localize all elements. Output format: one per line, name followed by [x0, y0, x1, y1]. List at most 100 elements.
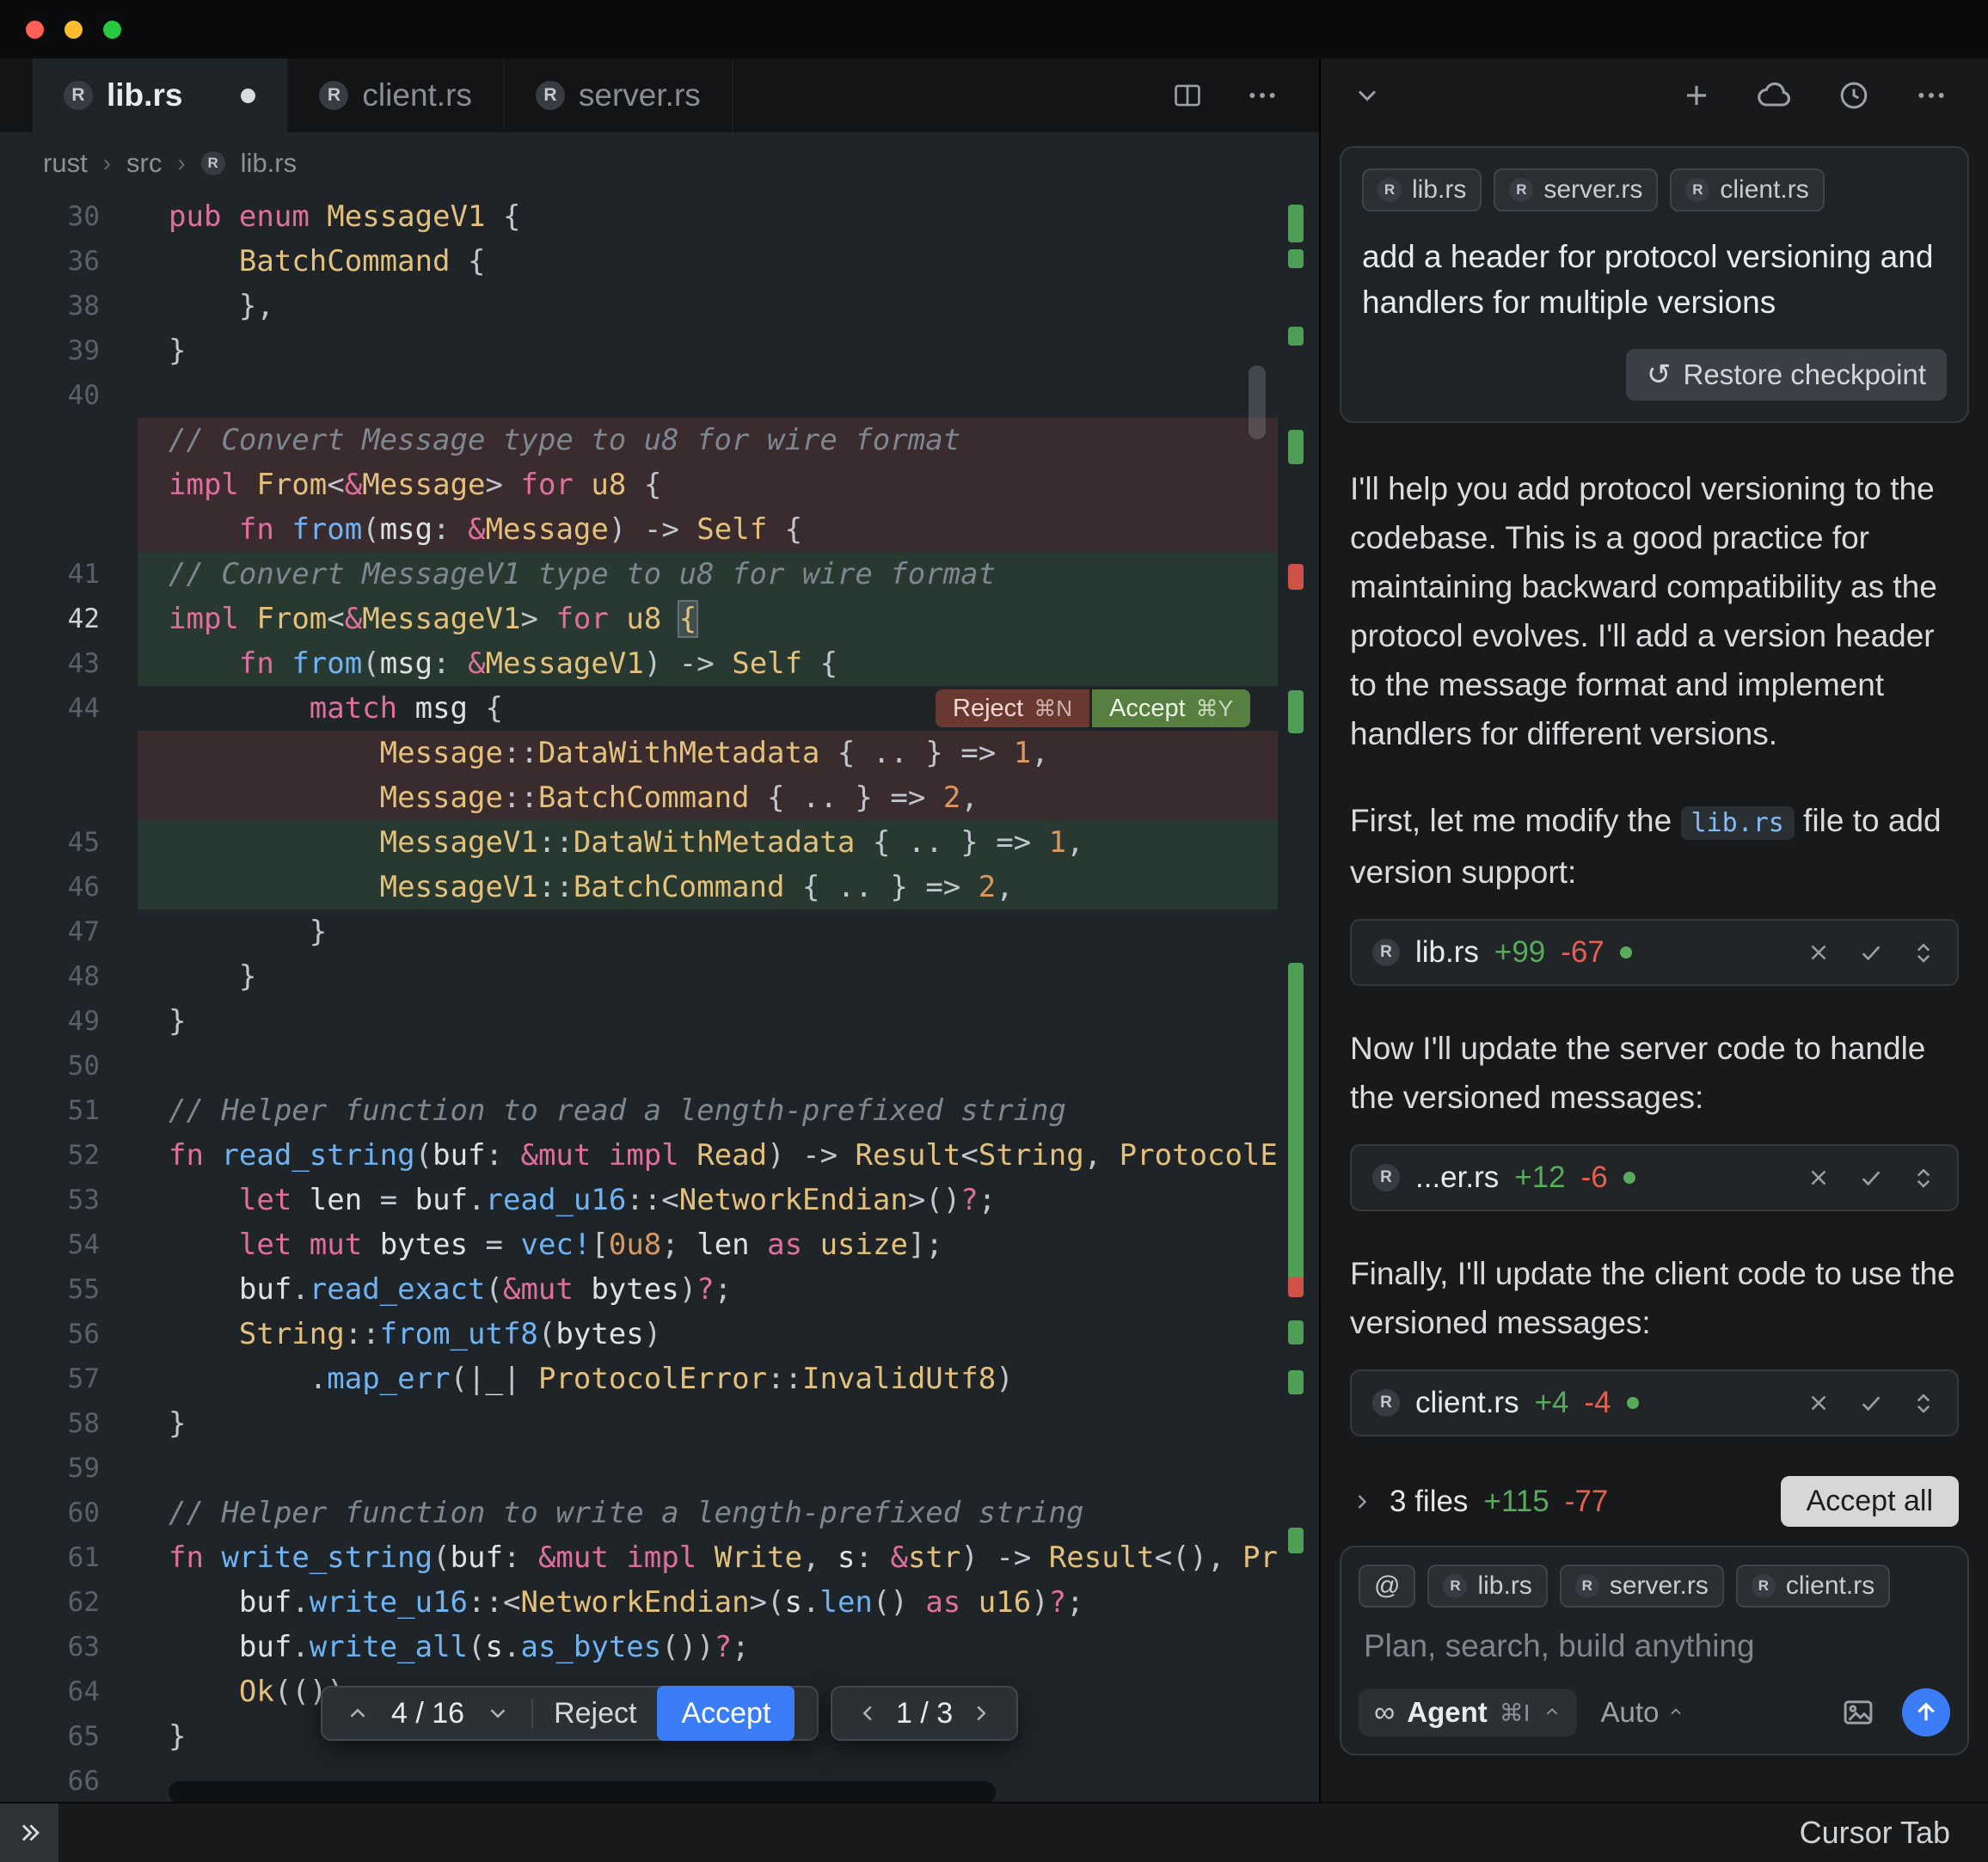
reject-diff-button[interactable]: Reject — [554, 1691, 636, 1736]
code-line-50[interactable]: 50 — [0, 1044, 1319, 1088]
code-line-removed[interactable]: impl From<&Message> for u8 { — [0, 462, 1319, 507]
code-line-46[interactable]: 46 MessageV1::BatchCommand { .. } => 2, — [0, 865, 1319, 910]
next-file-icon[interactable] — [968, 1700, 994, 1726]
code-line-39[interactable]: 39} — [0, 328, 1319, 373]
code-line-43[interactable]: 43 fn from(msg: &MessageV1) -> Self { — [0, 641, 1319, 686]
expand-file-icon[interactable] — [1911, 1165, 1936, 1191]
reject-file-icon[interactable] — [1806, 1390, 1832, 1416]
chat-more-icon[interactable] — [1914, 78, 1948, 113]
zoom-window-button[interactable] — [103, 21, 121, 39]
context-pill-lib.rs[interactable]: Rlib.rs — [1362, 168, 1482, 211]
code-line-removed[interactable]: fn from(msg: &Message) -> Self { — [0, 507, 1319, 552]
model-dropdown[interactable]: Auto — [1601, 1696, 1685, 1729]
context-pill-server.rs[interactable]: Rserver.rs — [1560, 1565, 1724, 1608]
close-window-button[interactable] — [26, 21, 44, 39]
code-line-36[interactable]: 36 BatchCommand { — [0, 239, 1319, 284]
breadcrumb[interactable]: rust›src›Rlib.rs — [0, 132, 1319, 194]
new-chat-icon[interactable] — [1680, 79, 1713, 112]
tab-server.rs[interactable]: Rserver.rs — [505, 58, 733, 132]
reject-file-icon[interactable] — [1806, 940, 1832, 965]
code-line-62[interactable]: 62 buf.write_u16::<NetworkEndian>(s.len(… — [0, 1580, 1319, 1625]
agent-mode-dropdown[interactable]: ∞ Agent ⌘I — [1359, 1689, 1577, 1736]
code-line-47[interactable]: 47 } — [0, 910, 1319, 954]
add-context-button[interactable]: @ — [1359, 1565, 1415, 1608]
restore-checkpoint-button[interactable]: ↺ Restore checkpoint — [1626, 349, 1947, 401]
inline-accept-button[interactable]: Accept ⌘Y — [1092, 689, 1250, 727]
code-line-removed[interactable]: // Convert Message type to u8 for wire f… — [0, 418, 1319, 462]
expand-summary-icon[interactable] — [1350, 1490, 1374, 1514]
status-bar: Cursor Tab — [0, 1802, 1988, 1862]
chat-composer[interactable]: @ Rlib.rs Rserver.rs Rclient.rs Plan, searc… — [1340, 1546, 1969, 1755]
horizontal-scrollbar[interactable] — [169, 1781, 996, 1802]
attach-image-icon[interactable] — [1840, 1694, 1876, 1730]
expand-file-icon[interactable] — [1911, 940, 1936, 965]
file-change-card-...er.rs[interactable]: R...er.rs+12-6 — [1350, 1144, 1959, 1211]
cursor-tab-status[interactable]: Cursor Tab — [1800, 1815, 1988, 1851]
code-line-40[interactable]: 40 — [0, 373, 1319, 418]
code-line-41[interactable]: 41// Convert MessageV1 type to u8 for wi… — [0, 552, 1319, 597]
code-line-49[interactable]: 49} — [0, 999, 1319, 1044]
diff-navigation-toolbar: 4 / 16 Reject Accept — [321, 1686, 819, 1741]
composer-placeholder[interactable]: Plan, search, build anything — [1359, 1628, 1950, 1664]
code-line-51[interactable]: 51// Helper function to read a length-pr… — [0, 1088, 1319, 1133]
code-line-55[interactable]: 55 buf.read_exact(&mut bytes)?; — [0, 1267, 1319, 1312]
editor-more-icon[interactable] — [1245, 78, 1279, 113]
breadcrumb-item[interactable]: lib.rs — [241, 148, 297, 179]
code-line-60[interactable]: 60// Helper function to write a length-p… — [0, 1491, 1319, 1535]
assistant-paragraph: Finally, I'll update the client code to … — [1350, 1249, 1959, 1347]
line-number: 30 — [0, 194, 138, 239]
minimize-window-button[interactable] — [64, 21, 83, 39]
prev-diff-icon[interactable] — [345, 1700, 371, 1726]
code-line-59[interactable]: 59 — [0, 1446, 1319, 1491]
next-diff-icon[interactable] — [485, 1700, 511, 1726]
history-icon[interactable] — [1837, 78, 1871, 113]
code-line-61[interactable]: 61fn write_string(buf: &mut impl Write, … — [0, 1535, 1319, 1580]
code-line-45[interactable]: 45 MessageV1::DataWithMetadata { .. } =>… — [0, 820, 1319, 865]
tab-lib.rs[interactable]: Rlib.rs — [33, 58, 288, 132]
split-editor-icon[interactable] — [1171, 79, 1204, 112]
code-line-38[interactable]: 38 }, — [0, 284, 1319, 328]
rust-file-icon: R — [1752, 1574, 1776, 1598]
code-line-removed[interactable]: Message::BatchCommand { .. } => 2, — [0, 775, 1319, 820]
accept-file-icon[interactable] — [1857, 939, 1885, 966]
chat-tabs-chevron-icon[interactable] — [1352, 80, 1383, 111]
accept-diff-button[interactable]: Accept — [657, 1686, 795, 1741]
reject-file-icon[interactable] — [1806, 1165, 1832, 1191]
code-text: Message::BatchCommand { .. } => 2, — [138, 775, 1278, 820]
file-change-card-client.rs[interactable]: Rclient.rs+4-4 — [1350, 1369, 1959, 1436]
context-pill-lib.rs[interactable]: Rlib.rs — [1427, 1565, 1547, 1608]
accept-all-button[interactable]: Accept all — [1781, 1476, 1959, 1527]
cloud-icon[interactable] — [1756, 77, 1794, 114]
context-pill-client.rs[interactable]: Rclient.rs — [1670, 168, 1824, 211]
file-change-card-lib.rs[interactable]: Rlib.rs+99-67 — [1350, 919, 1959, 986]
send-button[interactable] — [1902, 1688, 1950, 1736]
accept-file-icon[interactable] — [1857, 1389, 1885, 1417]
code-text: fn from(msg: &MessageV1) -> Self { — [138, 641, 1278, 686]
editor-tab-bar: Rlib.rsRclient.rsRserver.rs — [0, 58, 1319, 132]
code-line-53[interactable]: 53 let len = buf.read_u16::<NetworkEndia… — [0, 1178, 1319, 1222]
code-line-56[interactable]: 56 String::from_utf8(bytes) — [0, 1312, 1319, 1357]
prev-file-icon[interactable] — [855, 1700, 880, 1726]
chat-scroll-area[interactable]: Rlib.rsRserver.rsRclient.rs add a header… — [1340, 146, 1969, 1802]
expand-file-icon[interactable] — [1911, 1390, 1936, 1416]
code-line-30[interactable]: 30pub enum MessageV1 { — [0, 194, 1319, 239]
code-line-54[interactable]: 54 let mut bytes = vec![0u8; len as usiz… — [0, 1222, 1319, 1267]
inline-reject-button[interactable]: Reject ⌘N — [936, 689, 1089, 727]
code-line-removed[interactable]: Message::DataWithMetadata { .. } => 1, — [0, 731, 1319, 775]
breadcrumb-item[interactable]: rust — [43, 148, 88, 179]
toggle-panel-button[interactable] — [0, 1804, 58, 1862]
code-editor[interactable]: 30pub enum MessageV1 {36 BatchCommand {3… — [0, 194, 1319, 1802]
code-line-57[interactable]: 57 .map_err(|_| ProtocolError::InvalidUt… — [0, 1357, 1319, 1401]
tab-client.rs[interactable]: Rclient.rs — [288, 58, 504, 132]
code-line-58[interactable]: 58} — [0, 1401, 1319, 1446]
code-line-42[interactable]: 42impl From<&MessageV1> for u8 { — [0, 597, 1319, 641]
context-pill-server.rs[interactable]: Rserver.rs — [1494, 168, 1658, 211]
agent-shortcut: ⌘I — [1500, 1699, 1531, 1727]
code-line-48[interactable]: 48 } — [0, 954, 1319, 999]
vertical-scrollbar[interactable] — [1249, 365, 1266, 439]
context-pill-client.rs[interactable]: Rclient.rs — [1736, 1565, 1890, 1608]
accept-file-icon[interactable] — [1857, 1164, 1885, 1191]
breadcrumb-item[interactable]: src — [126, 148, 162, 179]
code-line-63[interactable]: 63 buf.write_all(s.as_bytes())?; — [0, 1625, 1319, 1669]
code-line-52[interactable]: 52fn read_string(buf: &mut impl Read) ->… — [0, 1133, 1319, 1178]
